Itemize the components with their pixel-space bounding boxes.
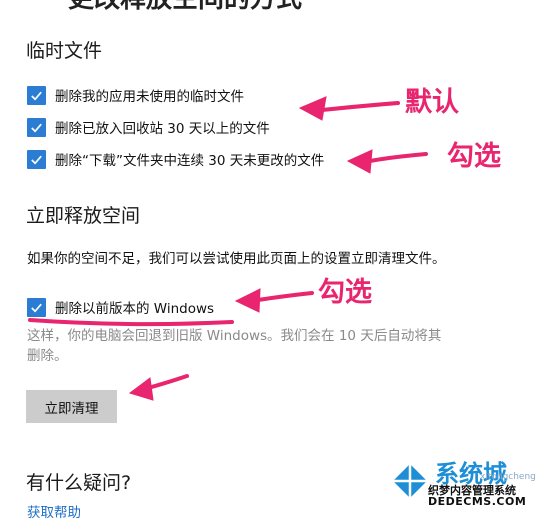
annotation-arrow (146, 374, 189, 390)
watermark-site-line2: DEDECMS.COM (428, 495, 527, 508)
watermark-url: xitongcheng.com (480, 472, 536, 482)
watermark: 系统城 织梦内容管理系统 DEDECMS.COM xitongcheng.com (380, 452, 536, 515)
annotation-arrowhead (346, 149, 373, 174)
annotation-arrowhead (234, 288, 261, 313)
windows-logo-icon (393, 464, 427, 498)
annotation-underline (28, 318, 234, 327)
annotation-overlay (28, 96, 428, 401)
annotation-arrow (320, 101, 400, 112)
annotation-arrow (368, 152, 428, 163)
annotation-arrowhead (298, 96, 327, 121)
annotation-arrow (256, 291, 314, 302)
annotation-default-note: 默认 (405, 87, 459, 118)
annotation-arrowhead (128, 377, 154, 401)
annotation-check-note-2: 勾选 (318, 277, 372, 308)
annotation-check-note-1: 勾选 (447, 141, 501, 172)
